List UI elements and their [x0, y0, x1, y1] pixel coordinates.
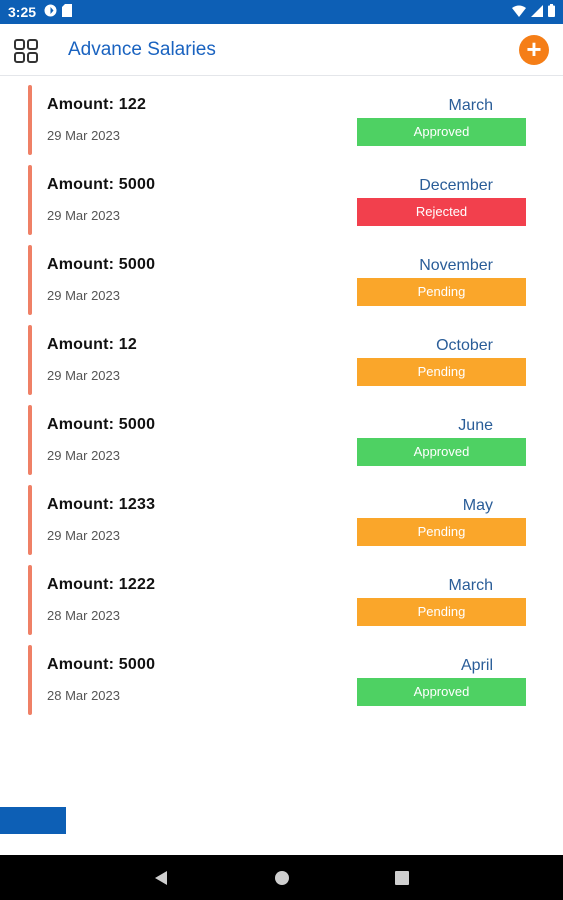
- salary-card[interactable]: Amount: 5000 29 Mar 2023 November Pending: [0, 244, 563, 324]
- status-badge: Pending: [357, 518, 526, 546]
- salary-amount: Amount: 1222: [47, 576, 156, 593]
- salary-month: November: [419, 257, 493, 274]
- salary-month: April: [460, 657, 493, 674]
- card-accent-bar: [28, 645, 32, 715]
- salary-amount: Amount: 5000: [47, 416, 156, 433]
- status-badge: Pending: [357, 358, 526, 386]
- salary-date: 29 Mar 2023: [47, 208, 120, 223]
- salary-month: December: [419, 177, 493, 194]
- recents-icon[interactable]: [395, 871, 409, 885]
- sd-card-icon: [62, 4, 73, 20]
- salary-amount: Amount: 122: [47, 96, 147, 113]
- salary-month: May: [462, 497, 493, 514]
- app-notification-icon: [44, 4, 57, 20]
- screen: 3:25 Advance Salaries + Amount: 122 29 M…: [0, 0, 563, 900]
- salary-amount: Amount: 5000: [47, 256, 156, 273]
- salary-date: 28 Mar 2023: [47, 608, 120, 623]
- salary-card[interactable]: Amount: 12 29 Mar 2023 October Pending: [0, 324, 563, 404]
- back-icon[interactable]: [154, 870, 168, 886]
- add-salary-button[interactable]: +: [519, 35, 549, 65]
- status-bar: 3:25: [0, 0, 563, 24]
- salary-month: March: [448, 577, 493, 594]
- salary-month: October: [436, 337, 493, 354]
- card-accent-bar: [28, 85, 32, 155]
- grid-menu-icon[interactable]: [13, 38, 39, 64]
- salary-date: 29 Mar 2023: [47, 448, 120, 463]
- salary-date: 29 Mar 2023: [47, 528, 120, 543]
- salary-card[interactable]: Amount: 5000 29 Mar 2023 June Approved: [0, 404, 563, 484]
- salary-date: 28 Mar 2023: [47, 688, 120, 703]
- salary-month: March: [448, 97, 493, 114]
- card-accent-bar: [28, 165, 32, 235]
- status-badge: Pending: [357, 598, 526, 626]
- battery-icon: [548, 4, 555, 20]
- salary-date: 29 Mar 2023: [47, 128, 120, 143]
- salary-card[interactable]: Amount: 1233 29 Mar 2023 May Pending: [0, 484, 563, 564]
- salary-date: 29 Mar 2023: [47, 368, 120, 383]
- salary-month: June: [458, 417, 493, 434]
- card-accent-bar: [28, 325, 32, 395]
- salary-amount: Amount: 5000: [47, 176, 156, 193]
- salary-card[interactable]: Amount: 5000 29 Mar 2023 December Rejected: [0, 164, 563, 244]
- salary-date: 29 Mar 2023: [47, 288, 120, 303]
- wifi-icon: [512, 4, 526, 20]
- card-accent-bar: [28, 565, 32, 635]
- status-badge: Approved: [357, 678, 526, 706]
- card-accent-bar: [28, 405, 32, 475]
- card-accent-bar: [28, 485, 32, 555]
- bottom-tab-indicator[interactable]: [0, 807, 66, 834]
- status-time: 3:25: [8, 4, 37, 20]
- status-badge: Rejected: [357, 198, 526, 226]
- salary-amount: Amount: 12: [47, 336, 137, 353]
- salary-amount: Amount: 1233: [47, 496, 156, 513]
- status-badge: Approved: [357, 438, 526, 466]
- status-badge: Approved: [357, 118, 526, 146]
- salary-list: Amount: 122 29 Mar 2023 March Approved Amoun…: [0, 84, 563, 724]
- salary-card[interactable]: Amount: 1222 28 Mar 2023 March Pending: [0, 564, 563, 644]
- salary-card[interactable]: Amount: 122 29 Mar 2023 March Approved: [0, 84, 563, 164]
- page-title: Advance Salaries: [68, 39, 216, 60]
- signal-icon: [531, 4, 543, 20]
- status-badge: Pending: [357, 278, 526, 306]
- system-nav-bar: [0, 855, 563, 900]
- app-bar: Advance Salaries +: [0, 24, 563, 76]
- home-icon[interactable]: [275, 871, 289, 885]
- card-accent-bar: [28, 245, 32, 315]
- salary-amount: Amount: 5000: [47, 656, 156, 673]
- salary-card[interactable]: Amount: 5000 28 Mar 2023 April Approved: [0, 644, 563, 724]
